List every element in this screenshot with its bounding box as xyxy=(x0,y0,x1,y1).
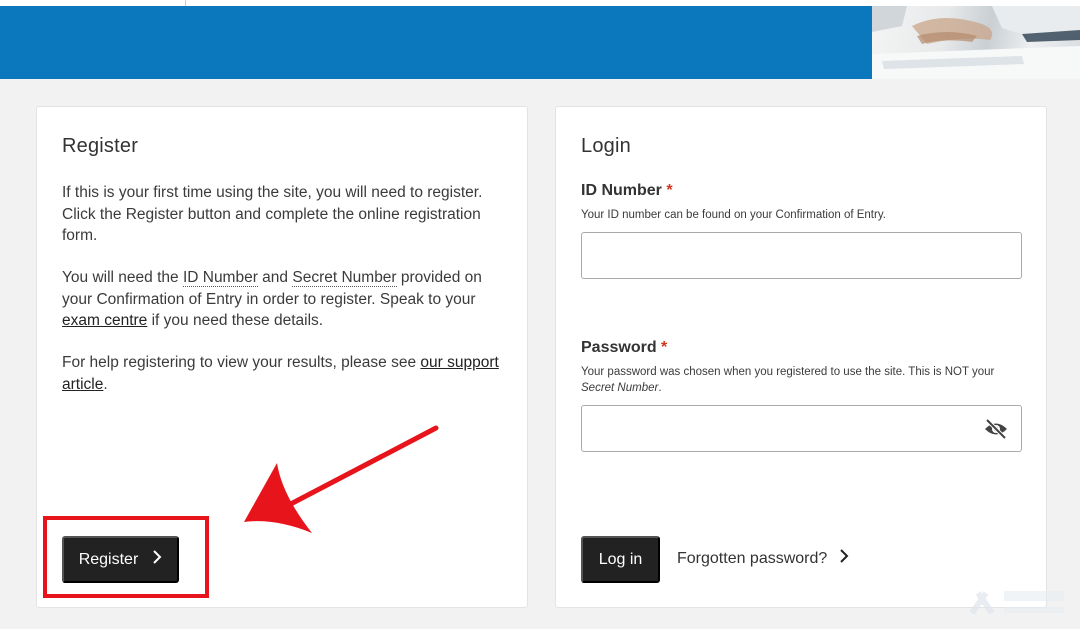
register-intro-text: If this is your first time using the sit… xyxy=(62,184,483,244)
exam-centre-link[interactable]: exam centre xyxy=(62,312,147,329)
chevron-right-icon xyxy=(839,548,849,569)
text-fragment: . xyxy=(103,375,108,393)
password-label-text: Password xyxy=(581,339,657,356)
text-fragment: For help registering to view your result… xyxy=(62,354,421,371)
secret-number-term[interactable]: Secret Number xyxy=(292,269,397,287)
id-number-label: ID Number * xyxy=(581,182,673,200)
register-requirements-text: You will need the ID Number and Secret N… xyxy=(62,267,507,332)
id-number-term[interactable]: ID Number xyxy=(182,269,258,287)
text-fragment: Your password was chosen when you regist… xyxy=(581,366,995,378)
password-label: Password * xyxy=(581,339,667,357)
register-title: Register xyxy=(62,135,139,157)
text-fragment: You will need the xyxy=(62,269,183,286)
id-number-input[interactable] xyxy=(582,233,1021,278)
forgotten-password-link[interactable]: Forgotten password? xyxy=(677,548,849,569)
banner-photo-illustration xyxy=(872,6,1080,79)
header-banner xyxy=(0,6,1080,79)
id-number-hint: Your ID number can be found on your Conf… xyxy=(581,209,886,221)
watermark-logo xyxy=(969,591,1064,615)
banner-photo xyxy=(872,6,1080,79)
id-number-label-text: ID Number xyxy=(581,182,662,199)
eye-slash-icon[interactable] xyxy=(983,418,1009,440)
secret-number-italic: Secret Number xyxy=(581,382,659,394)
text-fragment: . xyxy=(658,382,662,394)
password-field[interactable] xyxy=(581,405,1022,452)
login-card: Login ID Number * Your ID number can be … xyxy=(555,106,1047,608)
id-number-field[interactable] xyxy=(581,232,1022,279)
required-asterisk: * xyxy=(666,182,673,199)
password-hint: Your password was chosen when you regist… xyxy=(581,364,1021,396)
text-fragment: if you need these details. xyxy=(147,312,324,329)
highlight-box xyxy=(43,516,209,598)
register-help-text: For help registering to view your result… xyxy=(62,352,507,395)
password-input[interactable] xyxy=(582,406,1021,451)
forgotten-password-label: Forgotten password? xyxy=(677,549,828,567)
login-button[interactable]: Log in xyxy=(581,536,660,583)
login-title: Login xyxy=(581,135,631,157)
required-asterisk: * xyxy=(661,339,668,356)
text-fragment: and xyxy=(257,269,293,286)
